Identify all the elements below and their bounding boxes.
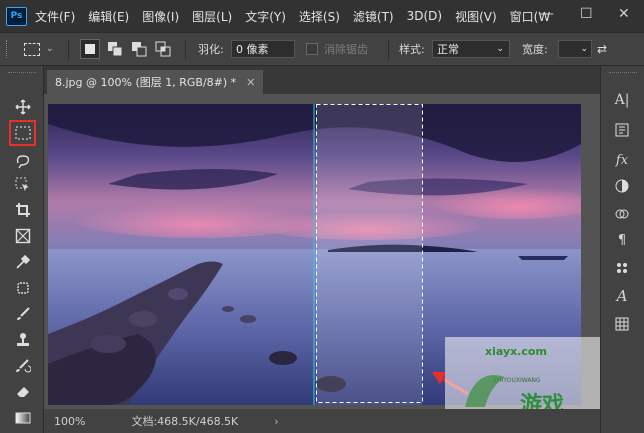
paragraph-icon: ¶ bbox=[617, 232, 627, 248]
paragraph-styles-button[interactable] bbox=[611, 120, 633, 140]
watermark-logo bbox=[465, 375, 505, 407]
clone-stamp-tool[interactable] bbox=[12, 329, 34, 351]
stamp-icon bbox=[17, 333, 29, 346]
antialias-checkbox[interactable]: 消除锯齿 bbox=[306, 33, 368, 65]
crop-tool[interactable] bbox=[12, 199, 34, 221]
crop-icon bbox=[16, 203, 30, 217]
home-handle bbox=[6, 33, 9, 65]
menu-3d[interactable]: 3D(D) bbox=[407, 9, 442, 23]
paragraph-style-icon bbox=[615, 123, 629, 137]
frame-tool[interactable] bbox=[12, 225, 34, 247]
styles-button[interactable]: fx bbox=[611, 150, 633, 170]
brush-icon bbox=[17, 307, 30, 320]
zoom-level[interactable]: 100% bbox=[54, 415, 85, 428]
properties-button[interactable] bbox=[611, 258, 633, 278]
channels-button[interactable] bbox=[611, 204, 633, 224]
selection-highlight bbox=[316, 104, 422, 405]
right-panel-dock: A| fx ¶ A bbox=[600, 66, 644, 433]
add-selection-icon bbox=[108, 42, 123, 57]
width-input[interactable]: ⌄ bbox=[558, 40, 592, 58]
intersect-selection-icon bbox=[155, 41, 171, 57]
menu-view[interactable]: 视图(V) bbox=[455, 8, 497, 25]
antialias-label: 消除锯齿 bbox=[324, 43, 368, 56]
glyphs-button[interactable]: A bbox=[611, 286, 633, 306]
minimize-button[interactable]: — bbox=[540, 6, 554, 22]
status-bar: 100% 文档:468.5K/468.5K › bbox=[44, 409, 600, 433]
healing-icon bbox=[17, 282, 29, 294]
options-bar: ⌄ 羽化: 0 像素 消除锯齿 样式: 正常 ⌄ 宽度: ⌄ ⇄ bbox=[0, 32, 644, 66]
table-icon bbox=[615, 317, 629, 331]
subtract-from-selection-button[interactable] bbox=[131, 33, 147, 65]
subtract-selection-icon bbox=[132, 42, 147, 57]
frame-icon bbox=[15, 228, 31, 244]
swap-width-height-button[interactable]: ⇄ bbox=[597, 33, 607, 65]
intersect-selection-button[interactable] bbox=[155, 33, 171, 65]
menu-select[interactable]: 选择(S) bbox=[299, 8, 340, 25]
style-select-value: 正常 bbox=[437, 43, 459, 56]
document-tab-title: 8.jpg @ 100% (图层 1, RGB/8#) * bbox=[55, 76, 237, 89]
lasso-icon bbox=[16, 155, 30, 169]
properties-icon bbox=[617, 263, 627, 273]
close-button[interactable]: ✕ bbox=[618, 6, 630, 22]
swap-arrows-icon: ⇄ bbox=[597, 42, 608, 56]
lasso-tool[interactable] bbox=[12, 150, 34, 172]
character-icon: A| bbox=[614, 92, 630, 108]
adjustments-icon bbox=[615, 179, 629, 193]
channels-icon bbox=[615, 209, 629, 219]
panel-grip bbox=[609, 72, 637, 76]
add-to-selection-button[interactable] bbox=[107, 33, 123, 65]
object-select-icon bbox=[15, 177, 29, 191]
feather-label: 羽化: bbox=[198, 43, 224, 56]
highlight-box bbox=[9, 120, 36, 146]
antialias-checkbox-box bbox=[306, 43, 318, 55]
menu-bar: Ps 文件(F) 编辑(E) 图像(I) 图层(L) 文字(Y) 选择(S) 滤… bbox=[0, 0, 644, 32]
style-select[interactable]: 正常 ⌄ bbox=[432, 40, 510, 58]
document-info: 文档:468.5K/468.5K bbox=[131, 415, 239, 428]
object-select-tool[interactable] bbox=[12, 174, 34, 196]
photoshop-logo: Ps bbox=[6, 6, 27, 26]
chevron-down-icon: ⌄ bbox=[46, 44, 54, 54]
eyedropper-tool[interactable] bbox=[12, 251, 34, 273]
feather-input[interactable]: 0 像素 bbox=[231, 40, 295, 58]
menu-filter[interactable]: 滤镜(T) bbox=[353, 8, 394, 25]
menu-type[interactable]: 文字(Y) bbox=[245, 8, 286, 25]
chevron-down-icon: ⌄ bbox=[496, 44, 504, 54]
maximize-button[interactable]: ☐ bbox=[580, 6, 593, 22]
history-brush-tool[interactable] bbox=[12, 355, 34, 377]
adjustments-button[interactable] bbox=[611, 176, 633, 196]
brush-tool[interactable] bbox=[12, 303, 34, 325]
paragraph-button[interactable]: ¶ bbox=[611, 230, 633, 250]
chevron-down-icon: ⌄ bbox=[580, 44, 588, 54]
document-tab[interactable]: 8.jpg @ 100% (图层 1, RGB/8#) * ✕ bbox=[47, 70, 264, 94]
style-label: 样式: bbox=[399, 43, 425, 56]
close-tab-icon[interactable]: ✕ bbox=[246, 76, 255, 89]
new-selection-icon bbox=[85, 44, 95, 54]
character-panel-button[interactable]: A| bbox=[611, 90, 633, 110]
move-icon bbox=[15, 99, 31, 115]
menu-file[interactable]: 文件(F) bbox=[35, 8, 75, 25]
document-tab-bar: 8.jpg @ 100% (图层 1, RGB/8#) * ✕ bbox=[44, 66, 600, 94]
eraser-icon bbox=[17, 387, 29, 397]
glyphs-icon: A bbox=[616, 287, 628, 305]
tables-button[interactable] bbox=[611, 314, 633, 334]
tool-preset-picker[interactable]: ⌄ bbox=[24, 33, 54, 65]
eyedropper-icon bbox=[16, 254, 31, 269]
menu-image[interactable]: 图像(I) bbox=[142, 8, 179, 25]
width-label: 宽度: bbox=[522, 43, 548, 56]
eraser-tool[interactable] bbox=[12, 381, 34, 403]
history-brush-icon bbox=[16, 359, 31, 373]
move-tool[interactable] bbox=[12, 96, 34, 118]
fx-icon: fx bbox=[615, 152, 629, 168]
menu-layer[interactable]: 图层(L) bbox=[192, 8, 232, 25]
menu-edit[interactable]: 编辑(E) bbox=[88, 8, 129, 25]
rect-marquee-preset-icon bbox=[24, 42, 40, 56]
gradient-icon bbox=[15, 412, 31, 424]
new-selection-button[interactable] bbox=[80, 33, 100, 65]
tools-panel bbox=[0, 66, 44, 433]
panel-grip bbox=[8, 72, 36, 76]
gradient-tool[interactable] bbox=[12, 407, 34, 429]
chevron-right-icon[interactable]: › bbox=[274, 415, 278, 428]
healing-brush-tool[interactable] bbox=[12, 277, 34, 299]
